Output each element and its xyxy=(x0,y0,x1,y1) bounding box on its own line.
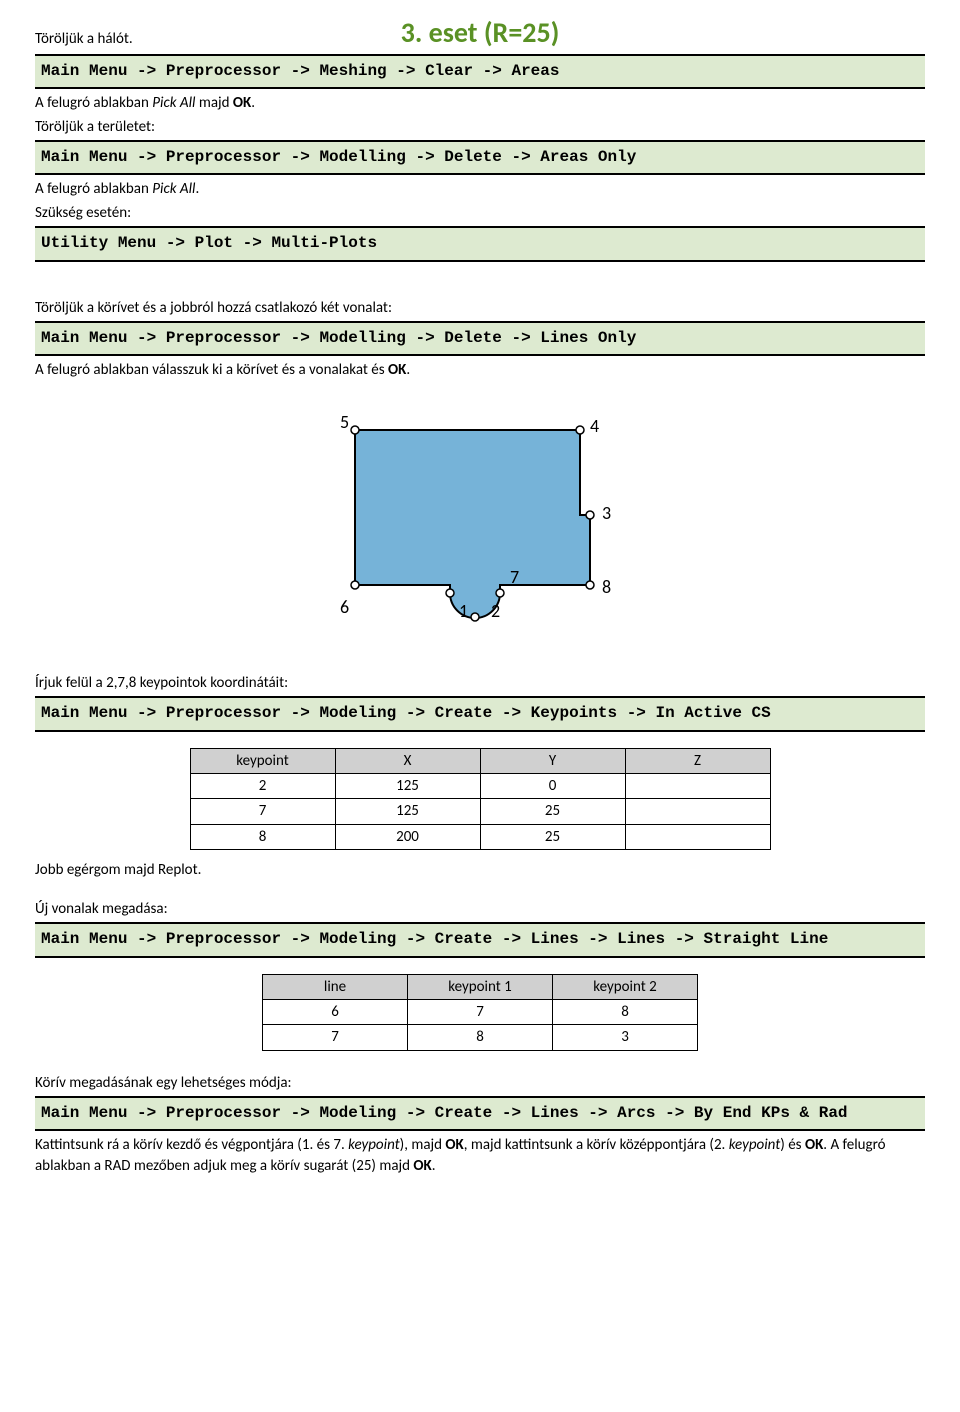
command-create-keypoints: Main Menu -> Preprocessor -> Modeling ->… xyxy=(35,696,925,732)
table-header: line keypoint 1 keypoint 2 xyxy=(263,974,698,999)
pickall: Pick All xyxy=(152,180,195,198)
text: . xyxy=(406,361,410,379)
keypoint: keypoint xyxy=(348,1136,400,1154)
arc-method-label: Körív megadásának egy lehetséges módja: xyxy=(35,1073,925,1093)
text: majd xyxy=(195,94,232,112)
table-row: 6 7 8 xyxy=(263,1000,698,1025)
col-kp2: keypoint 2 xyxy=(553,974,698,999)
delete-lines-label: Töröljük a körívet és a jobbról hozzá cs… xyxy=(35,298,925,318)
delete-area-label: Töröljük a területet: xyxy=(35,117,925,137)
arc-instructions: Kattintsunk rá a körív kezdő és végpontj… xyxy=(35,1135,925,1176)
ok: OK xyxy=(445,1136,463,1154)
command-delete-areas: Main Menu -> Preprocessor -> Modelling -… xyxy=(35,140,925,176)
select-arc-lines: A felugró ablakban válasszuk ki a köríve… xyxy=(35,360,925,380)
page-title: 3. eset (R=25) xyxy=(35,10,925,52)
command-delete-lines: Main Menu -> Preprocessor -> Modelling -… xyxy=(35,321,925,357)
col-z: Z xyxy=(625,748,770,773)
if-needed-label: Szükség esetén: xyxy=(35,203,925,223)
text: A felugró ablakban válasszuk ki a köríve… xyxy=(35,361,388,379)
ok: OK xyxy=(805,1136,823,1154)
table-row: 7 8 3 xyxy=(263,1025,698,1050)
command-arc-by-end-kps: Main Menu -> Preprocessor -> Modeling ->… xyxy=(35,1096,925,1132)
col-keypoint: keypoint xyxy=(190,748,335,773)
title-row: 3. eset (R=25) Töröljük a hálót. xyxy=(35,10,925,52)
text: Kattintsunk rá a körív kezdő és végpontj… xyxy=(35,1136,348,1154)
command-multiplots: Utility Menu -> Plot -> Multi-Plots xyxy=(35,226,925,262)
kp3: 3 xyxy=(602,502,611,524)
overwrite-kp-label: Írjuk felül a 2,7,8 keypointok koordinát… xyxy=(35,673,925,693)
command-clear-areas: Main Menu -> Preprocessor -> Meshing -> … xyxy=(35,54,925,90)
lines-table: line keypoint 1 keypoint 2 6 7 8 7 8 3 xyxy=(262,974,698,1051)
table-row: 7 125 25 xyxy=(190,799,770,824)
intro-delete-mesh: Töröljük a hálót. xyxy=(35,29,133,49)
text: A felugró ablakban xyxy=(35,180,152,198)
col-x: X xyxy=(335,748,480,773)
right-click-replot: Jobb egérgom majd Replot. xyxy=(35,860,925,880)
table-header: keypoint X Y Z xyxy=(190,748,770,773)
ok: OK xyxy=(413,1157,431,1175)
text: . xyxy=(195,180,199,198)
kp6: 6 xyxy=(340,596,349,618)
col-kp1: keypoint 1 xyxy=(408,974,553,999)
ok: OK xyxy=(388,361,406,379)
note-pickall: A felugró ablakban Pick All. xyxy=(35,179,925,199)
table-row: 2 125 0 xyxy=(190,774,770,799)
text: A felugró ablakban xyxy=(35,94,152,112)
col-line: line xyxy=(263,974,408,999)
kp1: 1 xyxy=(459,600,468,622)
keypoints-table: keypoint X Y Z 2 125 0 7 125 25 8 200 25 xyxy=(190,748,771,850)
kp7: 7 xyxy=(510,566,519,588)
text: . xyxy=(251,94,255,112)
kp5: 5 xyxy=(340,411,349,433)
new-lines-label: Új vonalak megadása: xyxy=(35,899,925,919)
table-row: 8 200 25 xyxy=(190,824,770,849)
command-straight-line: Main Menu -> Preprocessor -> Modeling ->… xyxy=(35,922,925,958)
kp8: 8 xyxy=(602,576,611,598)
text: ) és xyxy=(780,1136,805,1154)
text: ), majd xyxy=(400,1136,446,1154)
text: . xyxy=(432,1157,436,1175)
col-y: Y xyxy=(480,748,625,773)
text: , majd kattintsunk a körív középpontjára… xyxy=(464,1136,729,1154)
ok: OK xyxy=(233,94,251,112)
note-pickall-ok: A felugró ablakban Pick All majd OK. xyxy=(35,93,925,113)
kp2: 2 xyxy=(491,600,500,622)
figure-keypoints: 5 4 3 8 7 2 1 6 xyxy=(35,395,925,651)
keypoint: keypoint xyxy=(729,1136,781,1154)
pickall: Pick All xyxy=(152,94,195,112)
kp4: 4 xyxy=(590,415,599,437)
